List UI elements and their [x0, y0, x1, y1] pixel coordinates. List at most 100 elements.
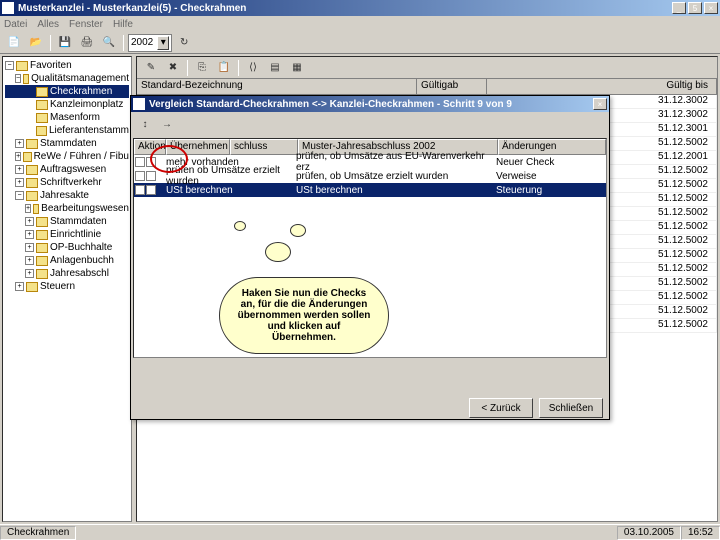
tree-item[interactable]: +Stammdaten: [5, 137, 129, 150]
tree-item[interactable]: −Qualitätsmanagement: [5, 72, 129, 85]
dialog-row[interactable]: USt berechnenUSt berechnenSteuerung: [134, 183, 606, 197]
save-icon[interactable]: 💾: [55, 34, 75, 52]
restore-button[interactable]: 5: [688, 2, 702, 14]
expand-icon[interactable]: +: [25, 269, 34, 278]
folder-icon: [23, 152, 31, 162]
col-header[interactable]: Änderungen: [498, 139, 606, 155]
expand-icon[interactable]: −: [15, 74, 21, 83]
folder-icon: [36, 126, 47, 136]
menu-datei[interactable]: Datei: [4, 19, 27, 30]
col-header[interactable]: schluss: [230, 139, 298, 155]
col-header[interactable]: Gültig bis: [487, 79, 717, 94]
tree-item[interactable]: +Auftragswesen: [5, 163, 129, 176]
expand-icon[interactable]: −: [15, 191, 24, 200]
expand-icon[interactable]: +: [25, 256, 34, 265]
tree-item[interactable]: +Stammdaten: [5, 215, 129, 228]
chevron-down-icon[interactable]: ▾: [157, 36, 169, 50]
new-icon[interactable]: 📄: [4, 34, 24, 52]
main-toolbar: 📄 📂 💾 🖨 🔍 2002 ▾ ↻: [0, 32, 720, 54]
checkbox[interactable]: [135, 185, 145, 195]
tree-item[interactable]: +Schriftverkehr: [5, 176, 129, 189]
tool-icon[interactable]: ✎: [141, 59, 161, 77]
dialog-icon: [133, 98, 145, 110]
tree-item[interactable]: Kanzleimonplatz: [5, 98, 129, 111]
compare-dialog: Vergleich Standard-Checkrahmen <-> Kanzl…: [130, 95, 610, 420]
grid-header: Standard-Bezeichnung Gültigab Gültig bis: [137, 79, 717, 95]
minimize-button[interactable]: _: [672, 2, 686, 14]
tree-item[interactable]: +Bearbeitungswesen: [5, 202, 129, 215]
tree-item[interactable]: Masenform: [5, 111, 129, 124]
folder-icon: [26, 165, 38, 175]
menu-alles[interactable]: Alles: [37, 19, 59, 30]
open-icon[interactable]: 📂: [26, 34, 46, 52]
status-time: 16:52: [681, 526, 720, 540]
status-date: 03.10.2005: [617, 526, 681, 540]
tool-icon[interactable]: ▤: [265, 59, 285, 77]
close-button[interactable]: Schließen: [539, 398, 603, 418]
close-button[interactable]: ×: [704, 2, 718, 14]
bubble-dot: [234, 221, 246, 231]
expand-icon[interactable]: +: [15, 152, 21, 161]
folder-icon: [36, 217, 48, 227]
separator: [123, 35, 124, 51]
expand-icon[interactable]: +: [15, 139, 24, 148]
tree-item[interactable]: +Steuern: [5, 280, 129, 293]
annotation-circle: [150, 145, 188, 173]
refresh-icon[interactable]: ↻: [174, 34, 194, 52]
collapse-icon[interactable]: −: [5, 61, 14, 70]
arrow-right-icon[interactable]: →: [157, 115, 177, 133]
dialog-close-button[interactable]: ×: [593, 98, 607, 110]
tool-icon[interactable]: ⎘: [192, 59, 212, 77]
checkbox[interactable]: [146, 171, 156, 181]
folder-icon: [33, 204, 39, 214]
year-value: 2002: [131, 37, 153, 48]
expand-icon[interactable]: +: [15, 282, 24, 291]
tool-icon[interactable]: ✖: [163, 59, 183, 77]
folder-icon: [36, 87, 48, 97]
expand-icon[interactable]: +: [25, 243, 34, 252]
checkbox[interactable]: [146, 185, 156, 195]
checkbox[interactable]: [135, 157, 145, 167]
folder-icon: [26, 178, 38, 188]
tree-item[interactable]: −Jahresakte: [5, 189, 129, 202]
menu-fenster[interactable]: Fenster: [69, 19, 103, 30]
tree-item[interactable]: Lieferantenstamm: [5, 124, 129, 137]
print-icon[interactable]: 🖨: [77, 34, 97, 52]
status-text: Checkrahmen: [0, 526, 76, 540]
expand-icon[interactable]: +: [15, 178, 24, 187]
expand-icon[interactable]: +: [15, 165, 24, 174]
preview-icon[interactable]: 🔍: [99, 34, 119, 52]
folder-icon: [23, 74, 29, 84]
bubble-text: Haken Sie nun die Checks an, für die die…: [238, 288, 371, 343]
tree-item[interactable]: +Jahresabschl: [5, 267, 129, 280]
tool-icon[interactable]: ↕: [135, 115, 155, 133]
expand-icon[interactable]: +: [25, 230, 34, 239]
folder-icon: [26, 139, 38, 149]
back-button[interactable]: < Zurück: [469, 398, 533, 418]
expand-icon[interactable]: +: [25, 217, 34, 226]
checkbox[interactable]: [135, 171, 145, 181]
menubar: Datei Alles Fenster Hilfe: [0, 16, 720, 32]
tool-icon[interactable]: ⟨⟩: [243, 59, 263, 77]
tree-item[interactable]: +Einrichtlinie: [5, 228, 129, 241]
folder-icon: [36, 243, 48, 253]
col-header[interactable]: Standard-Bezeichnung: [137, 79, 417, 94]
tree-item[interactable]: Checkrahmen: [5, 85, 129, 98]
menu-hilfe[interactable]: Hilfe: [113, 19, 133, 30]
help-bubble: Haken Sie nun die Checks an, für die die…: [219, 277, 389, 354]
year-combo[interactable]: 2002 ▾: [128, 34, 172, 52]
tree-item[interactable]: +Anlagenbuchh: [5, 254, 129, 267]
tool-icon[interactable]: ▦: [287, 59, 307, 77]
tree-item[interactable]: +OP-Buchhalte: [5, 241, 129, 254]
col-header[interactable]: Gültigab: [417, 79, 487, 94]
dialog-title: Vergleich Standard-Checkrahmen <-> Kanzl…: [149, 99, 591, 110]
folder-icon: [26, 282, 38, 292]
tool-icon[interactable]: 📋: [214, 59, 234, 77]
tree-root[interactable]: − Favoriten: [5, 59, 129, 72]
folder-icon: [36, 100, 48, 110]
tree-item[interactable]: +ReWe / Führen / Fibu: [5, 150, 129, 163]
dialog-row[interactable]: prüfen ob Umsätze erzielt wurdenprüfen, …: [134, 169, 606, 183]
expand-icon[interactable]: +: [25, 204, 31, 213]
nav-tree[interactable]: − Favoriten −QualitätsmanagementCheckrah…: [2, 56, 132, 522]
folder-icon: [26, 191, 38, 201]
